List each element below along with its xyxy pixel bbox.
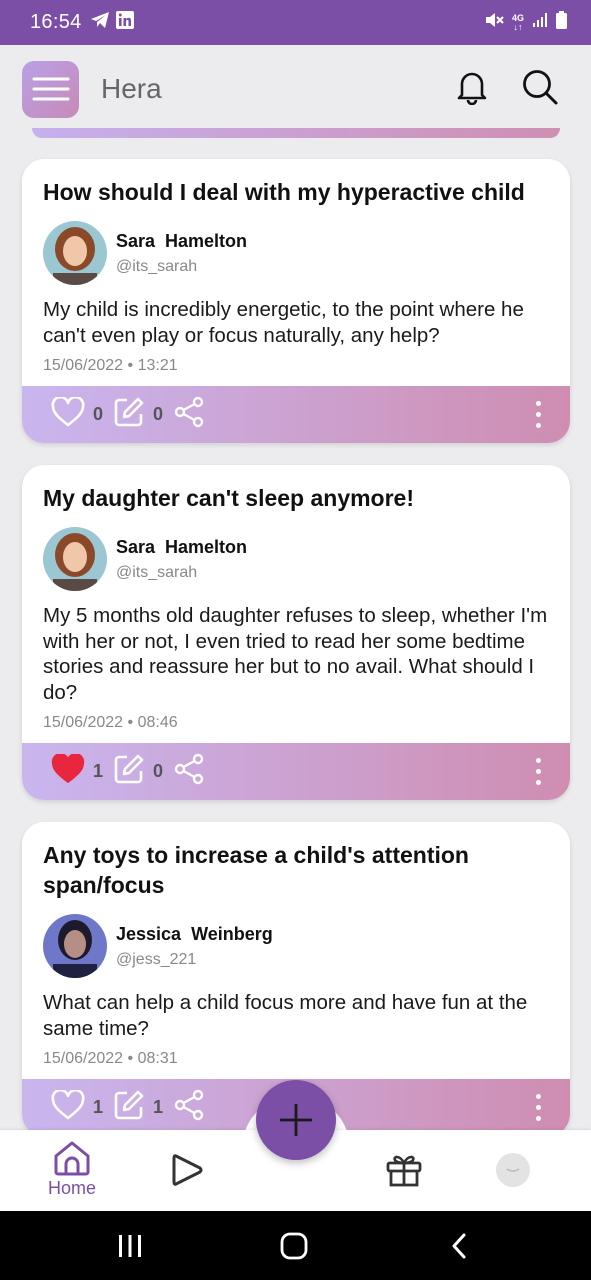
home-system-button[interactable]	[276, 1211, 312, 1280]
system-nav-bar	[0, 1211, 591, 1280]
nav-home-label: Home	[48, 1178, 97, 1198]
home-circle-icon	[280, 1232, 308, 1259]
post-title: My daughter can't sleep anymore!	[43, 485, 415, 511]
home-icon	[54, 1141, 90, 1176]
share-icon	[174, 1089, 204, 1121]
nav-profile[interactable]	[496, 1153, 530, 1187]
post-content: My child is incredibly energetic, to the…	[43, 298, 524, 347]
post-author[interactable]: Jessica Weinberg @jess_221	[43, 914, 549, 978]
comment-button[interactable]	[113, 753, 145, 790]
mute-icon	[484, 11, 504, 34]
previous-post-bar	[32, 128, 560, 138]
author-avatar[interactable]	[43, 914, 107, 978]
like-count: 0	[93, 404, 104, 424]
author-handle: @its_sarah	[116, 563, 198, 581]
search-button[interactable]	[521, 68, 559, 111]
comment-count: 1	[153, 1097, 164, 1117]
status-bar: 16:54 4G ↓↑	[0, 0, 591, 45]
post-card[interactable]: My daughter can't sleep anymore! Sara Ha…	[22, 465, 570, 800]
notifications-button[interactable]	[455, 69, 489, 110]
author-handle: @its_sarah	[116, 257, 198, 275]
author-name: Sara Hamelton	[116, 536, 248, 557]
recents-button[interactable]	[112, 1211, 148, 1280]
post-title: Any toys to increase a child's attention…	[43, 842, 469, 898]
edit-icon	[114, 754, 144, 784]
add-post-button[interactable]	[256, 1080, 336, 1160]
comment-button[interactable]	[113, 1089, 145, 1126]
add-post-icon	[280, 1104, 312, 1136]
gift-icon	[386, 1155, 422, 1187]
more-options-button[interactable]	[536, 758, 541, 785]
recents-icon	[119, 1234, 141, 1257]
post-timestamp: 15/06/2022 • 08:46	[43, 714, 178, 731]
comment-button[interactable]	[113, 396, 145, 433]
back-button[interactable]	[444, 1211, 474, 1280]
linkedin-icon	[115, 11, 134, 34]
app-bar: Hera	[0, 45, 591, 133]
search-icon	[523, 69, 558, 104]
menu-icon	[32, 77, 69, 101]
post-author[interactable]: Sara Hamelton @its_sarah	[43, 527, 549, 591]
back-icon	[452, 1233, 466, 1258]
post-timestamp: 15/06/2022 • 08:31	[43, 1050, 178, 1067]
like-button[interactable]	[51, 1088, 85, 1125]
share-icon	[174, 396, 204, 428]
battery-icon	[556, 11, 567, 34]
telegram-icon	[90, 11, 110, 34]
more-options-button[interactable]	[536, 401, 541, 428]
share-button[interactable]	[173, 1089, 205, 1126]
heart-outline-icon	[51, 395, 85, 427]
nav-home[interactable]: Home	[48, 1140, 96, 1199]
comment-count: 0	[153, 761, 164, 781]
heart-filled-icon	[51, 753, 85, 783]
post-card[interactable]: How should I deal with my hyperactive ch…	[22, 159, 570, 443]
menu-button[interactable]	[22, 60, 79, 118]
edit-icon	[114, 1090, 144, 1120]
post-content: My 5 months old daughter refuses to slee…	[43, 604, 548, 704]
author-name: Sara Hamelton	[116, 230, 248, 251]
more-options-button[interactable]	[536, 1094, 541, 1121]
like-button[interactable]	[51, 753, 85, 789]
author-name: Jessica Weinberg	[116, 923, 273, 944]
post-timestamp: 15/06/2022 • 13:21	[43, 357, 178, 374]
nav-gifts[interactable]	[385, 1152, 423, 1188]
signal-icon	[532, 12, 548, 33]
like-count: 1	[93, 1097, 104, 1117]
post-actions-bar: 1 0	[22, 743, 570, 800]
like-count: 1	[93, 761, 104, 781]
share-icon	[174, 753, 204, 785]
comment-count: 0	[153, 404, 164, 424]
post-author[interactable]: Sara Hamelton @its_sarah	[43, 221, 549, 285]
share-button[interactable]	[173, 753, 205, 790]
author-handle: @jess_221	[116, 950, 197, 968]
author-avatar[interactable]	[43, 221, 107, 285]
post-content: What can help a child focus more and hav…	[43, 991, 528, 1040]
network-4g-icon: 4G ↓↑	[511, 12, 524, 32]
heart-outline-icon	[51, 1088, 85, 1120]
author-avatar[interactable]	[43, 527, 107, 591]
app-title: Hera	[101, 73, 162, 104]
nav-videos[interactable]	[170, 1152, 204, 1188]
bell-icon	[457, 72, 487, 105]
like-button[interactable]	[51, 395, 85, 432]
post-actions-bar: 0 0	[22, 386, 570, 443]
play-icon	[172, 1154, 203, 1186]
share-button[interactable]	[173, 396, 205, 433]
edit-icon	[114, 397, 144, 427]
post-title: How should I deal with my hyperactive ch…	[43, 179, 525, 205]
profile-avatar	[496, 1153, 530, 1187]
status-time: 16:54	[30, 11, 82, 33]
